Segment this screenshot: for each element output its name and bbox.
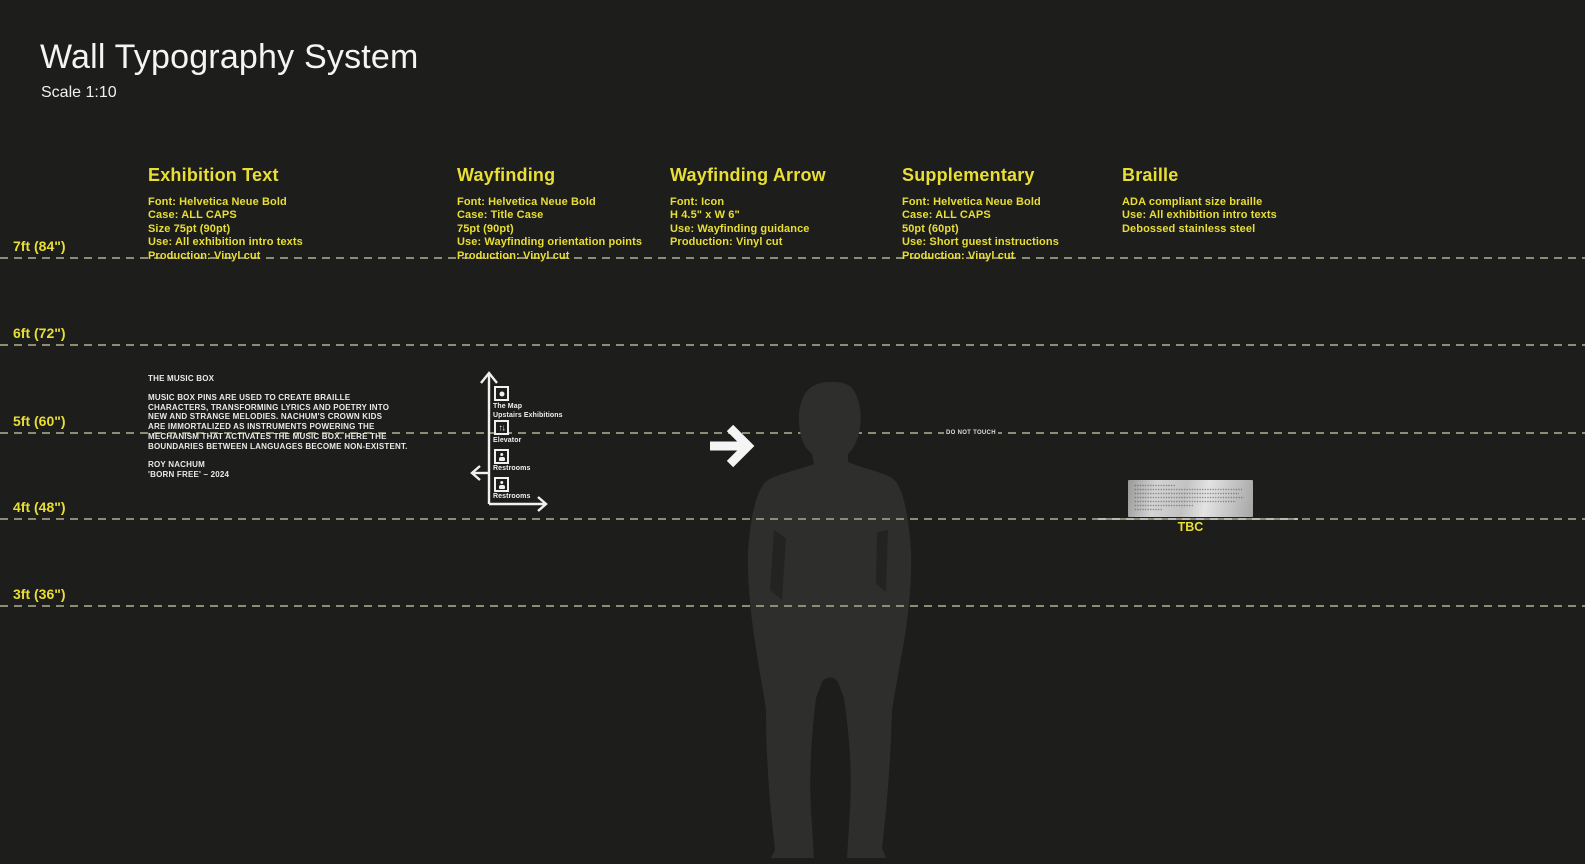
spec-line: Case: ALL CAPS bbox=[902, 209, 991, 222]
spec-column-lines: Font: Icon H 4.5" x W 6" Use: Wayfinding g… bbox=[670, 196, 826, 250]
restroom-person-icon bbox=[494, 449, 509, 464]
braille-dots-row bbox=[1134, 484, 1175, 487]
spec-column-wayfinding: Wayfinding Font: Helvetica Neue Bold Case… bbox=[457, 165, 642, 263]
spec-line: Font: Helvetica Neue Bold bbox=[148, 196, 287, 208]
spec-column-lines: Font: Helvetica Neue Bold Case: ALL CAPS S… bbox=[148, 196, 303, 263]
spec-column-exhibition-text: Exhibition Text Font: Helvetica Neue Bol… bbox=[148, 165, 303, 263]
spec-line: Production: Vinyl cut bbox=[457, 249, 570, 262]
sign-label-restrooms-2: Restrooms bbox=[493, 493, 531, 500]
spec-line: 75pt (90pt) bbox=[457, 222, 514, 235]
spec-line: Font: Icon bbox=[670, 196, 725, 208]
spec-line: 50pt (60pt) bbox=[902, 222, 959, 235]
do-not-touch-sample: DO NOT TOUCH bbox=[944, 429, 998, 437]
exhibit-credit: ROY NACHUM 'BORN FREE' – 2024 bbox=[148, 460, 230, 479]
spec-column-lines: ADA compliant size braille Use: All exhib… bbox=[1122, 196, 1277, 236]
silhouette-body bbox=[747, 382, 912, 858]
exhibit-body: MUSIC BOX PINS ARE USED TO CREATE BRAILL… bbox=[148, 393, 408, 451]
spec-line: Font: Helvetica Neue Bold bbox=[457, 196, 596, 208]
human-silhouette bbox=[747, 382, 912, 858]
spec-line: Use: Wayfinding orientation points bbox=[457, 236, 643, 249]
braille-dots-row bbox=[1134, 499, 1236, 503]
spec-line: Use: Wayfinding guidance bbox=[670, 222, 810, 235]
spec-column-title: Exhibition Text bbox=[148, 165, 279, 185]
spec-column-title: Wayfinding bbox=[457, 165, 556, 185]
spec-column-title: Supplementary bbox=[902, 165, 1035, 185]
spec-line: ADA compliant size braille bbox=[1122, 196, 1263, 208]
spec-line: Case: Title Case bbox=[457, 209, 544, 222]
sign-label-the-map: The Map bbox=[493, 403, 523, 410]
height-label-3ft: 3ft (36") bbox=[13, 586, 66, 602]
height-label-6ft: 6ft (72") bbox=[13, 325, 66, 341]
exhibition-text-sample: THE MUSIC BOX MUSIC BOX PINS ARE USED TO… bbox=[148, 374, 408, 480]
height-label-5ft: 5ft (60") bbox=[13, 413, 66, 429]
wall-typography-poster: Wall Typography System Scale 1:10 7ft (8… bbox=[0, 0, 1585, 864]
height-label-7ft: 7ft (84") bbox=[13, 238, 66, 254]
spec-line: Use: All exhibition intro texts bbox=[148, 236, 303, 249]
spec-line: Use: All exhibition intro texts bbox=[1122, 209, 1277, 222]
spec-column-lines: Font: Helvetica Neue Bold Case: Title Cas… bbox=[457, 196, 642, 263]
page-title: Wall Typography System bbox=[40, 38, 419, 76]
spec-line: Production: Vinyl cut bbox=[902, 249, 1015, 262]
sign-label-restrooms-1: Restrooms bbox=[493, 465, 531, 472]
elevator-icon bbox=[494, 420, 509, 435]
braille-dots-row bbox=[1134, 495, 1244, 499]
spec-line: Size 75pt (90pt) bbox=[148, 222, 231, 235]
spec-column-wayfinding-arrow: Wayfinding Arrow Font: Icon H 4.5" x W 6"… bbox=[670, 165, 826, 250]
map-dot-icon bbox=[494, 386, 509, 401]
braille-dots-row bbox=[1134, 491, 1240, 495]
spec-column-title: Wayfinding Arrow bbox=[670, 165, 826, 185]
exhibit-heading: THE MUSIC BOX bbox=[148, 374, 215, 383]
spec-line: Use: Short guest instructions bbox=[902, 236, 1059, 249]
height-line-6ft bbox=[0, 344, 1585, 346]
scale-label: Scale 1:10 bbox=[41, 84, 117, 101]
spec-line: Font: Helvetica Neue Bold bbox=[902, 196, 1041, 208]
sign-label-elevator: Elevator bbox=[493, 437, 522, 444]
wayfinding-arrow-sample bbox=[710, 425, 755, 467]
spec-column-lines: Font: Helvetica Neue Bold Case: ALL CAPS 5… bbox=[902, 196, 1059, 263]
height-line-4ft bbox=[0, 518, 1585, 520]
spec-line: Debossed stainless steel bbox=[1122, 222, 1256, 235]
silhouette-right-arm-gap bbox=[876, 530, 888, 592]
restroom-person-icon bbox=[494, 477, 509, 492]
braille-dots-row bbox=[1134, 503, 1193, 507]
spec-line: Production: Vinyl cut bbox=[670, 236, 783, 249]
spec-line: Case: ALL CAPS bbox=[148, 209, 237, 222]
spec-line: H 4.5" x W 6" bbox=[670, 209, 740, 222]
spec-column-supplementary: Supplementary Font: Helvetica Neue Bold C… bbox=[902, 165, 1059, 263]
spec-column-braille: Braille ADA compliant size braille Use: A… bbox=[1122, 165, 1277, 236]
braille-dots-row bbox=[1134, 487, 1243, 491]
spec-line: Production: Vinyl cut bbox=[148, 249, 261, 262]
sign-label-upstairs-exhibitions: Upstairs Exhibitions bbox=[493, 412, 563, 419]
braille-plaque bbox=[1128, 480, 1253, 517]
braille-dots-row bbox=[1134, 507, 1164, 511]
height-label-4ft: 4ft (48") bbox=[13, 499, 66, 515]
plaque-caption: TBC bbox=[1177, 520, 1204, 534]
height-line-3ft bbox=[0, 605, 1585, 607]
spec-column-title: Braille bbox=[1122, 165, 1179, 185]
